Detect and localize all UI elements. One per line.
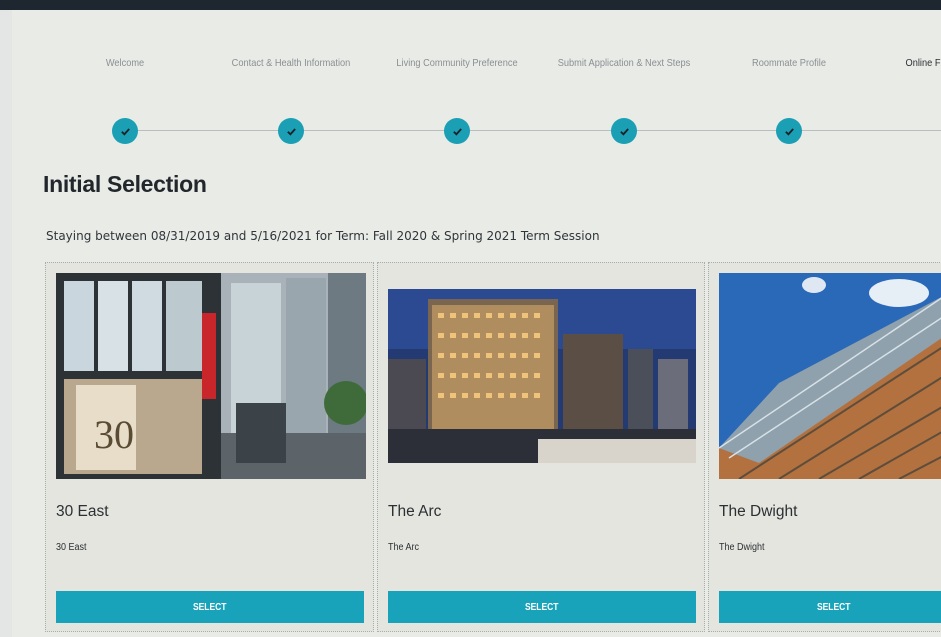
svg-text:30: 30 — [94, 412, 134, 457]
step-label-welcome[interactable]: Welcome — [106, 57, 144, 69]
card-subtitle: 30 East — [56, 542, 87, 553]
step-check-submit-application[interactable] — [611, 118, 637, 144]
step-check-living-community[interactable] — [444, 118, 470, 144]
card-title: The Dwight — [719, 503, 798, 520]
card-the-dwight: The Dwight The Dwight SELECT — [708, 262, 941, 632]
stay-dates-text: Staying between 08/31/2019 and 5/16/2021… — [46, 229, 600, 243]
step-label-roommate-profile[interactable]: Roommate Profile — [752, 57, 826, 69]
stepper-line — [125, 130, 941, 131]
step-label-online[interactable]: Online F — [906, 57, 941, 69]
left-edge — [0, 0, 12, 637]
building-photo-the-dwight — [719, 273, 941, 479]
page: Welcome Contact & Health Information Liv… — [0, 0, 941, 637]
step-check-welcome[interactable] — [112, 118, 138, 144]
card-title: The Arc — [388, 503, 442, 520]
checkmark-icon — [784, 127, 794, 136]
step-check-contact-health[interactable] — [278, 118, 304, 144]
page-title: Initial Selection — [43, 171, 207, 197]
select-30-east-button[interactable]: SELECT — [56, 591, 364, 623]
top-bar — [0, 0, 941, 10]
building-photo-the-arc — [388, 289, 696, 463]
step-check-roommate-profile[interactable] — [776, 118, 802, 144]
building-photo-30-east: 30 — [56, 273, 366, 479]
card-the-arc: The Arc The Arc SELECT — [377, 262, 705, 632]
step-label-living-community[interactable]: Living Community Preference — [396, 57, 517, 69]
card-subtitle: The Arc — [388, 542, 420, 553]
step-label-contact-health[interactable]: Contact & Health Information — [232, 57, 351, 69]
select-the-arc-button[interactable]: SELECT — [388, 591, 696, 623]
checkmark-icon — [452, 127, 462, 136]
card-title: 30 East — [56, 503, 109, 520]
card-30-east: 30 30 East 30 East SELECT — [45, 262, 374, 632]
step-label-submit-application[interactable]: Submit Application & Next Steps — [558, 57, 691, 69]
checkmark-icon — [120, 127, 130, 136]
checkmark-icon — [286, 127, 296, 136]
select-the-dwight-button[interactable]: SELECT — [719, 591, 941, 623]
checkmark-icon — [619, 127, 629, 136]
card-subtitle: The Dwight — [719, 542, 765, 553]
